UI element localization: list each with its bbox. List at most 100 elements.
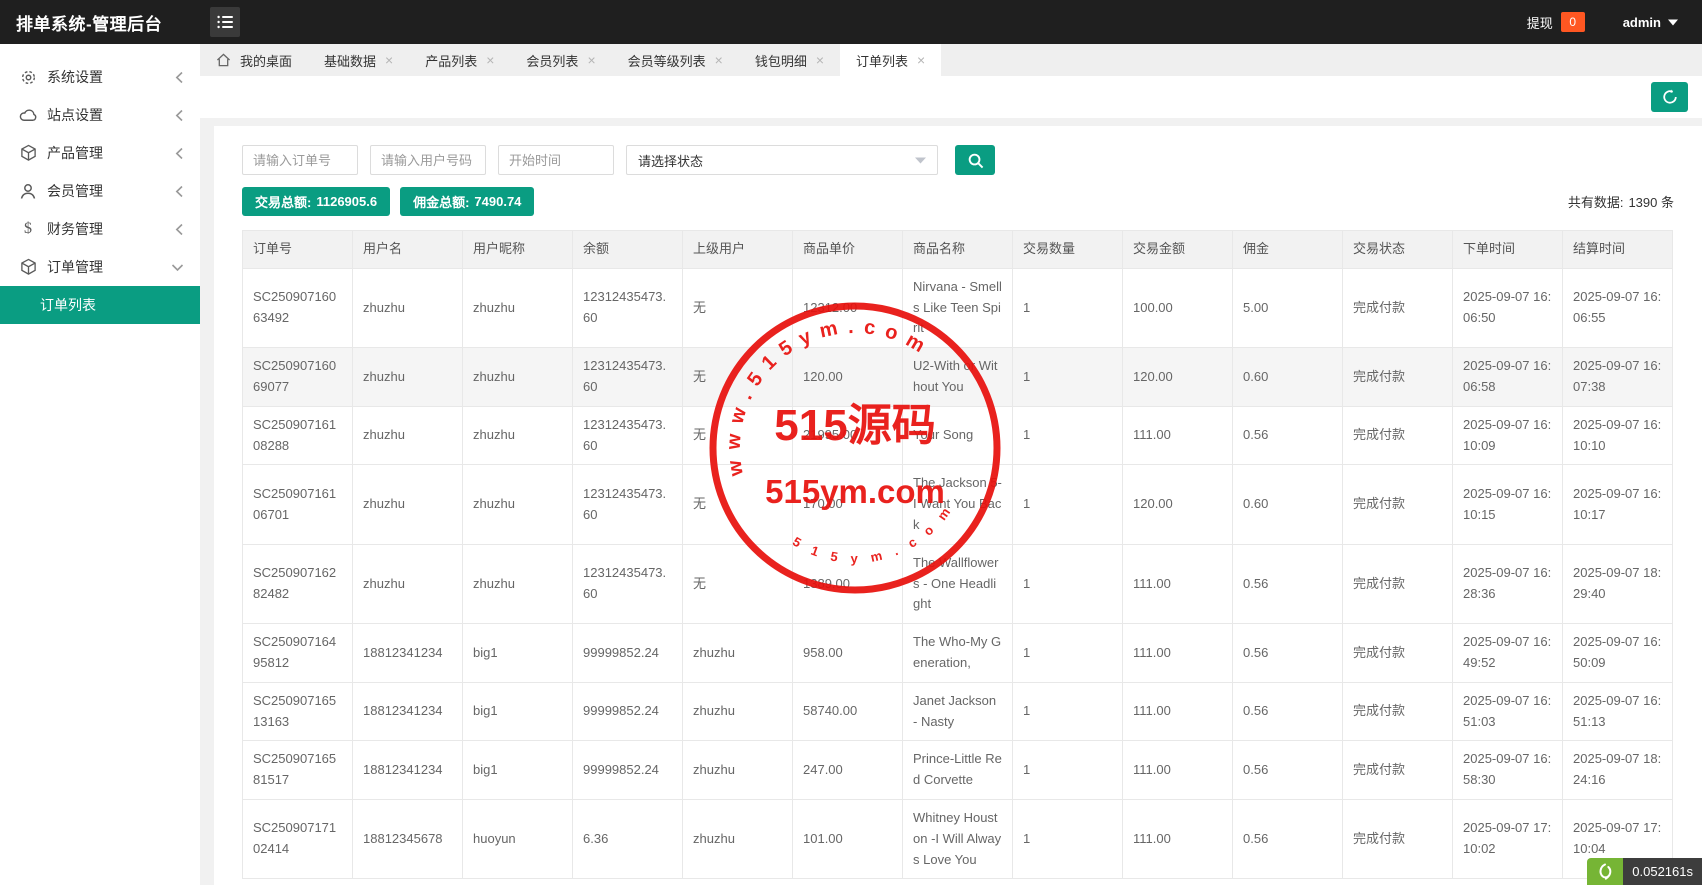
table-cell: 2025-09-07 16:07:38 <box>1563 348 1673 407</box>
tab-close-icon[interactable]: × <box>587 53 595 67</box>
table-cell: 120.00 <box>793 348 903 407</box>
home-icon <box>216 53 231 67</box>
sidebar-item-system-settings[interactable]: 系统设置 <box>0 58 200 96</box>
table-cell: 170.00 <box>793 465 903 544</box>
start-time-input[interactable] <box>498 145 614 175</box>
table-cell: 2025-09-07 16:10:10 <box>1563 406 1673 465</box>
withdraw-link[interactable]: 提现 <box>1527 13 1553 32</box>
tab-basic-data[interactable]: 基础数据× <box>308 44 409 76</box>
tab-product-list[interactable]: 产品列表× <box>409 44 510 76</box>
table-cell: SC25090716495812 <box>243 624 353 683</box>
search-button[interactable] <box>955 145 995 175</box>
table-cell: 12312.00 <box>793 268 903 347</box>
table-cell: 1 <box>1013 268 1123 347</box>
table-cell: SC25090716069077 <box>243 348 353 407</box>
sidebar-item-label: 站点设置 <box>47 105 175 125</box>
tab-home[interactable]: 我的桌面 <box>200 44 308 76</box>
table-cell: SC25090716513163 <box>243 682 353 741</box>
filter-row: 请选择状态 <box>242 145 1674 175</box>
sidebar-nav: 系统设置站点设置产品管理会员管理$财务管理订单管理订单列表 <box>0 58 200 324</box>
table-cell: 18812345678 <box>353 799 463 878</box>
table-header-cell: 交易金额 <box>1123 231 1233 269</box>
table-cell: 1389.00 <box>793 544 903 623</box>
table-cell: SC25090717102414 <box>243 799 353 878</box>
table-cell: 958.00 <box>793 624 903 683</box>
table-cell: 0.60 <box>1233 348 1343 407</box>
table-cell: 0.56 <box>1233 544 1343 623</box>
table-cell: 2025-09-07 16:06:58 <box>1453 348 1563 407</box>
tab-close-icon[interactable]: × <box>486 53 494 67</box>
hamburger-icon <box>217 15 233 29</box>
table-cell: zhuzhu <box>683 741 793 800</box>
tab-close-icon[interactable]: × <box>816 53 824 67</box>
table-cell: 完成付款 <box>1343 624 1453 683</box>
table-row: SC2509071710241418812345678huoyun6.36zhu… <box>243 799 1673 878</box>
sidebar-item-finance-management[interactable]: $财务管理 <box>0 210 200 248</box>
status-select[interactable]: 请选择状态 <box>626 145 938 175</box>
table-cell: Whitney Houston -I Will Always Love You <box>903 799 1013 878</box>
sidebar-subitem-order-list[interactable]: 订单列表 <box>0 286 200 324</box>
table-row: SC2509071651316318812341234big199999852.… <box>243 682 1673 741</box>
table-cell: big1 <box>463 682 573 741</box>
refresh-button[interactable] <box>1651 82 1688 112</box>
user-menu[interactable]: admin <box>1623 15 1678 30</box>
sidebar-toggle-button[interactable] <box>210 7 240 37</box>
table-cell: 18812341234 <box>353 624 463 683</box>
table-cell: 99999852.24 <box>573 682 683 741</box>
commission-total-label: 佣金总额: <box>413 192 469 211</box>
table-row: SC2509071658151718812341234big199999852.… <box>243 741 1673 800</box>
tab-close-icon[interactable]: × <box>385 53 393 67</box>
user-icon <box>18 182 38 200</box>
table-cell: 2025-09-07 16:10:17 <box>1563 465 1673 544</box>
table-cell: 0.60 <box>1233 465 1343 544</box>
table-cell: 无 <box>683 406 793 465</box>
sidebar-item-site-settings[interactable]: 站点设置 <box>0 96 200 134</box>
table-cell: 58740.00 <box>793 682 903 741</box>
tab-close-icon[interactable]: × <box>917 53 925 67</box>
summary-row: 交易总额: 1126905.6 佣金总额: 7490.74 共有数据: 1390… <box>242 187 1674 216</box>
chevron-left-icon <box>175 147 184 160</box>
tab-close-icon[interactable]: × <box>715 53 723 67</box>
table-header-cell: 上级用户 <box>683 231 793 269</box>
table-cell: 12312435473.60 <box>573 544 683 623</box>
username: admin <box>1623 15 1661 30</box>
table-cell: The Who-My Generation, <box>903 624 1013 683</box>
trade-total-badge: 交易总额: 1126905.6 <box>242 187 390 216</box>
record-count: 共有数据: 1390 条 <box>1568 192 1674 211</box>
sidebar-item-member-management[interactable]: 会员管理 <box>0 172 200 210</box>
table-cell: 18812341234 <box>353 682 463 741</box>
table-cell: 99999852.24 <box>573 741 683 800</box>
table-cell: 101.00 <box>793 799 903 878</box>
table-cell: zhuzhu <box>353 465 463 544</box>
table-cell: 无 <box>683 544 793 623</box>
sidebar-item-label: 订单管理 <box>47 257 171 277</box>
order-no-input[interactable] <box>242 145 358 175</box>
table-cell: 完成付款 <box>1343 348 1453 407</box>
topbar-right: 提现 0 admin <box>1527 12 1702 32</box>
table-cell: 2025-09-07 16:10:09 <box>1453 406 1563 465</box>
table-cell: 111.00 <box>1123 682 1233 741</box>
commission-total-value: 7490.74 <box>474 194 521 209</box>
table-cell: 2025-09-07 16:58:30 <box>1453 741 1563 800</box>
table-header-cell: 商品单价 <box>793 231 903 269</box>
tab-order-list[interactable]: 订单列表× <box>840 44 941 76</box>
table-cell: SC25090716063492 <box>243 268 353 347</box>
tab-wallet-detail[interactable]: 钱包明细× <box>739 44 840 76</box>
sidebar: 系统设置站点设置产品管理会员管理$财务管理订单管理订单列表 <box>0 44 200 885</box>
table-cell: 12312435473.60 <box>573 348 683 407</box>
tab-member-list[interactable]: 会员列表× <box>510 44 611 76</box>
table-cell: 1 <box>1013 406 1123 465</box>
table-cell: 21995.00 <box>793 406 903 465</box>
sidebar-item-label: 财务管理 <box>47 219 175 239</box>
sidebar-item-order-management[interactable]: 订单管理 <box>0 248 200 286</box>
user-no-input[interactable] <box>370 145 486 175</box>
thinkphp-logo-icon[interactable] <box>1587 858 1623 885</box>
table-header-cell: 结算时间 <box>1563 231 1673 269</box>
withdraw-count-badge[interactable]: 0 <box>1561 12 1585 32</box>
table-cell: 完成付款 <box>1343 268 1453 347</box>
tab-label: 我的桌面 <box>240 51 292 70</box>
table-header-cell: 用户名 <box>353 231 463 269</box>
tab-label: 会员等级列表 <box>628 51 706 70</box>
sidebar-item-product-management[interactable]: 产品管理 <box>0 134 200 172</box>
tab-member-level-list[interactable]: 会员等级列表 × <box>612 44 739 76</box>
